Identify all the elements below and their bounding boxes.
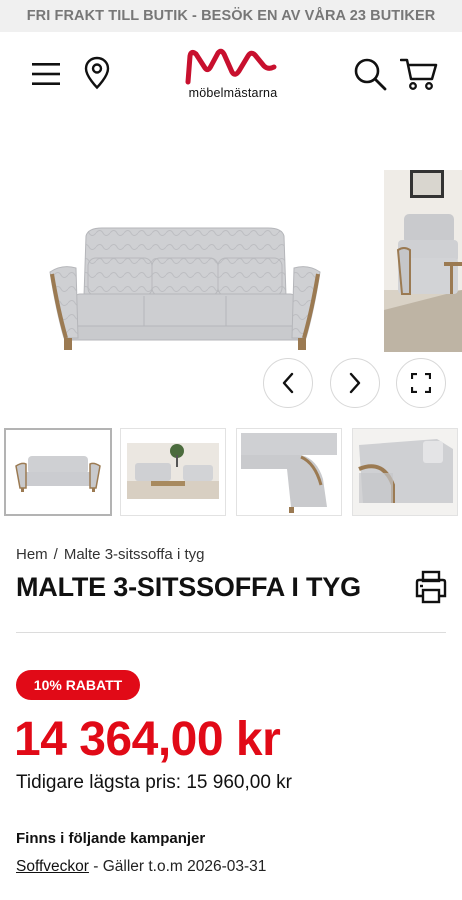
campaign-link[interactable]: Soffveckor: [16, 858, 89, 875]
promo-text: FRI FRAKT TILL BUTIK - BESÖK EN AV VÅRA …: [26, 8, 436, 24]
previous-lowest-price: Tidigare lägsta pris: 15 960,00 kr: [16, 772, 293, 793]
breadcrumb: Hem / Malte 3-sitssoffa i tyg: [16, 546, 204, 563]
thumbnail-strip: [0, 428, 462, 518]
site-header: möbelmästarna: [0, 32, 462, 116]
thumbnail-sofa-arm: [237, 429, 341, 515]
room-image: [384, 170, 462, 352]
chevron-right-icon: [349, 372, 361, 394]
search-button[interactable]: [350, 54, 390, 94]
print-button[interactable]: [412, 568, 450, 606]
thumbnail-1[interactable]: [4, 428, 112, 516]
fullscreen-button[interactable]: [396, 358, 446, 408]
search-icon: [354, 58, 387, 91]
divider: [16, 632, 446, 633]
previous-image-button[interactable]: [263, 358, 313, 408]
brand-logo[interactable]: möbelmästarna: [178, 46, 288, 104]
campaign-validity: - Gäller t.o.m 2026-03-31: [88, 858, 267, 875]
thumbnail-3[interactable]: [236, 428, 342, 516]
thumbnail-4[interactable]: [352, 428, 458, 516]
breadcrumb-current-link[interactable]: Malte 3-sitssoffa i tyg: [64, 546, 205, 563]
product-secondary-image[interactable]: [384, 170, 462, 352]
current-price: 14 364,00 kr: [14, 713, 281, 766]
thumbnail-sofa-front: [6, 430, 110, 514]
cart-icon: [400, 58, 438, 90]
discount-badge: 10% RABATT: [16, 670, 140, 700]
next-image-button[interactable]: [330, 358, 380, 408]
chevron-left-icon: [282, 372, 294, 394]
menu-button[interactable]: [28, 56, 64, 92]
thumbnail-2[interactable]: [120, 428, 226, 516]
cart-button[interactable]: [398, 54, 440, 94]
printer-icon: [415, 570, 447, 604]
breadcrumb-separator: /: [53, 546, 58, 563]
breadcrumb-home-link[interactable]: Hem: [16, 546, 48, 563]
promo-bar: FRI FRAKT TILL BUTIK - BESÖK EN AV VÅRA …: [0, 0, 462, 32]
product-title: MALTE 3-SITSSOFFA I TYG: [16, 572, 361, 602]
fullscreen-icon: [411, 373, 431, 393]
store-locator-button[interactable]: [80, 54, 114, 92]
location-pin-icon: [84, 56, 110, 90]
campaigns-heading: Finns i följande kampanjer: [16, 830, 206, 847]
product-gallery: [0, 140, 462, 415]
thumbnail-sofa-side: [353, 429, 457, 515]
menu-icon: [32, 63, 60, 85]
thumbnail-living-room: [121, 429, 225, 515]
logo-text: möbelmästarna: [188, 86, 278, 100]
campaign-item: Soffveckor - Gäller t.o.m 2026-03-31: [16, 858, 266, 876]
logo-mark: [185, 48, 277, 85]
